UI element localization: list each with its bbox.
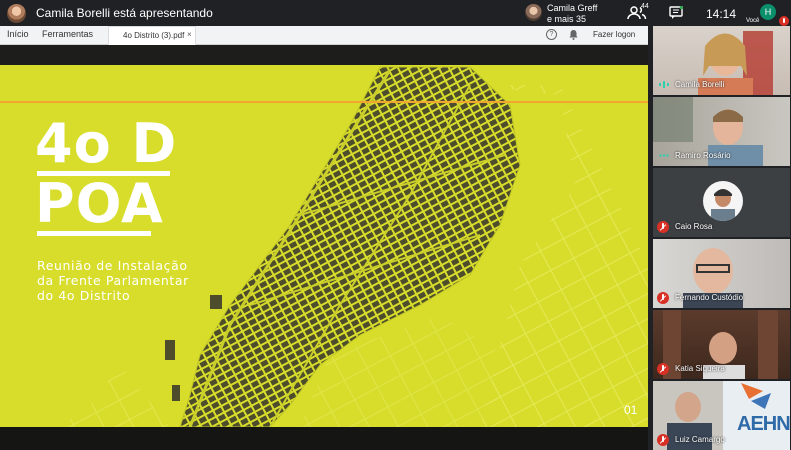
slide-title-line2: POA [35, 172, 164, 235]
participant-sidebar: Camila Borelli Ramiro Rosário Caio Rosa … [651, 26, 791, 450]
mic-off-icon [657, 434, 669, 446]
participant-tile[interactable]: Camila Borelli [653, 26, 790, 95]
nav-home[interactable]: Início [7, 29, 29, 39]
mic-off-icon [657, 221, 669, 233]
subtitle-line: da Frente Parlamentar [37, 273, 189, 288]
participant-name: Ramiro Rosário [675, 151, 731, 160]
participant-name: Luiz Camargo [675, 435, 725, 444]
nav-tools[interactable]: Ferramentas [42, 29, 93, 39]
more-options-icon[interactable] [659, 154, 669, 157]
logon-link[interactable]: Fazer logon [593, 30, 635, 39]
self-mic-off-icon [779, 16, 789, 26]
self-avatar[interactable]: H [760, 4, 776, 20]
participant-name: Fernando Custódio [675, 293, 744, 302]
chat-icon[interactable] [669, 6, 683, 19]
bell-icon[interactable] [569, 29, 578, 40]
other-participant-name: Camila Greff [547, 3, 598, 13]
slide-subtitle: Reunião de Instalação da Frente Parlamen… [37, 258, 189, 303]
clock: 14:14 [706, 7, 737, 21]
participant-tile[interactable]: Fernando Custódio [653, 239, 790, 308]
slide-letterbox-bottom [0, 427, 648, 450]
other-participant-avatar [525, 4, 542, 21]
slide-title-line1: 4o D [35, 112, 178, 175]
top-bar: Camila Borelli está apresentando Camila … [0, 0, 791, 26]
title-underline [37, 231, 151, 236]
organization-logo-text: AEHN [737, 413, 790, 435]
people-count: 44 [641, 3, 649, 10]
presenting-label: Camila Borelli está apresentando [36, 6, 213, 20]
subtitle-line: do 4o Distrito [37, 288, 131, 303]
subtitle-line: Reunião de Instalação [37, 258, 188, 273]
close-icon[interactable]: × [187, 30, 192, 39]
participant-tile[interactable]: AEHN Luiz Camargo [653, 381, 790, 450]
participant-avatar [703, 181, 743, 221]
other-participant-count: e mais 35 [547, 14, 587, 24]
tab-label: 4o Distrito (3).pdf [123, 31, 185, 40]
self-label: Você [746, 18, 760, 24]
slide-page-number: 01 [624, 403, 638, 417]
participant-tile[interactable]: Caio Rosa [653, 168, 790, 237]
participant-tile[interactable]: Ramiro Rosário [653, 97, 790, 166]
slide-letterbox-top [0, 45, 648, 65]
participant-name: Camila Borelli [675, 80, 725, 89]
accent-line [0, 101, 648, 103]
participant-name: Caio Rosa [675, 222, 713, 231]
help-icon[interactable]: ? [546, 29, 557, 40]
presenter-avatar [7, 4, 26, 23]
participant-name: Katia Siqueira [675, 364, 725, 373]
meet-window: Camila Borelli está apresentando Camila … [0, 0, 791, 450]
browser-tab-bar: Início Ferramentas 4o Distrito (3).pdf ×… [0, 26, 648, 45]
mic-off-icon [657, 292, 669, 304]
tab-pdf[interactable]: 4o Distrito (3).pdf × [108, 26, 196, 45]
participant-tile[interactable]: Katia Siqueira [653, 310, 790, 379]
speaking-indicator-icon [659, 81, 669, 88]
mic-off-icon [657, 363, 669, 375]
presentation-slide: 4o D POA Reunião de Instalação da Frente… [0, 65, 648, 427]
